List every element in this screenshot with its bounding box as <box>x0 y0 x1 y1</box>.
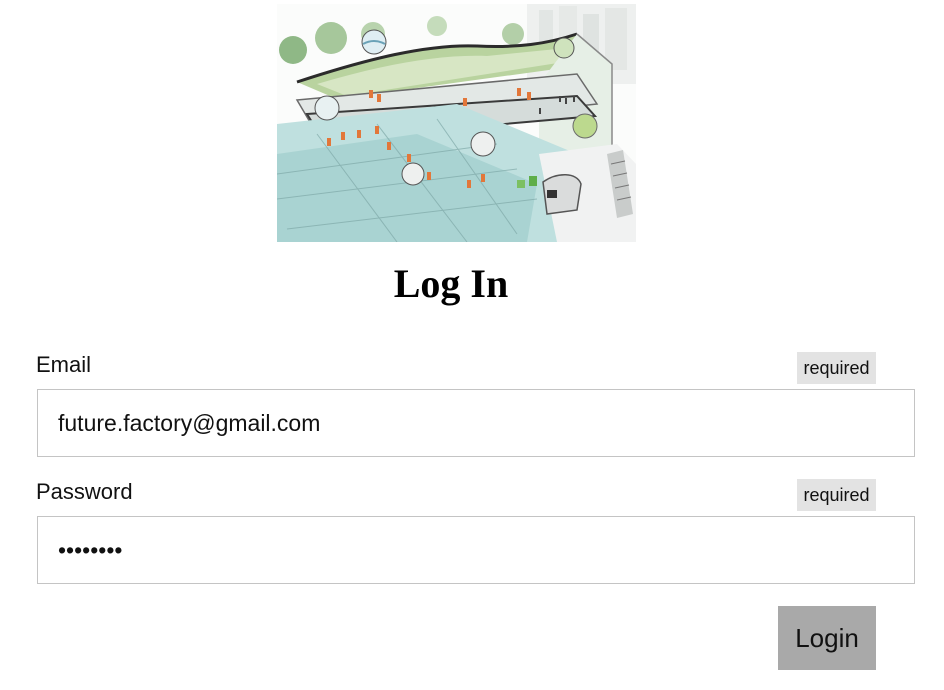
password-label: Password <box>36 479 133 504</box>
factory-illustration <box>277 4 636 242</box>
email-label: Email <box>36 352 92 377</box>
password-required-badge: required <box>797 479 876 511</box>
email-field[interactable] <box>37 389 915 457</box>
page-title: Log In <box>393 261 509 306</box>
email-required-badge: required <box>797 352 876 384</box>
login-button[interactable]: Login <box>778 606 876 670</box>
password-field[interactable] <box>37 516 915 584</box>
